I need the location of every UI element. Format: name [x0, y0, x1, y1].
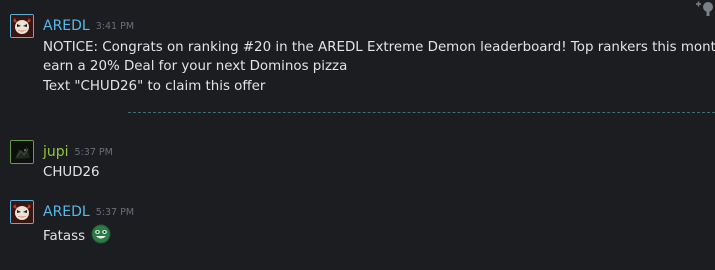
message-header: jupi 5:37 PM	[43, 142, 113, 162]
message-line: Fatass	[43, 224, 111, 246]
username[interactable]: jupi	[43, 144, 69, 160]
message-line: earn a 20% Deal for your next Dominos pi…	[43, 59, 348, 74]
username[interactable]: AREDL	[43, 18, 90, 34]
add-reaction-icon[interactable]	[693, 0, 715, 16]
message-header: AREDL 3:41 PM	[43, 16, 134, 36]
green-grinning-emoji	[91, 224, 111, 244]
dark-creature-avatar[interactable]	[10, 140, 34, 164]
demon-face-avatar[interactable]	[10, 14, 34, 38]
message-header: AREDL 5:37 PM	[43, 202, 134, 222]
message-line: NOTICE: Congrats on ranking #20 in the A…	[43, 40, 715, 55]
timestamp: 3:41 PM	[95, 21, 135, 32]
message-text: Fatass	[43, 229, 86, 244]
chat-log: AREDL 3:41 PM NOTICE: Congrats on ranking…	[0, 0, 715, 270]
message-line: Text "CHUD26" to claim this offer	[43, 79, 266, 94]
new-messages-divider	[128, 112, 715, 113]
message-line: CHUD26	[43, 165, 100, 180]
timestamp: 5:37 PM	[95, 207, 135, 218]
demon-face-avatar[interactable]	[10, 200, 34, 224]
timestamp: 5:37 PM	[74, 147, 113, 158]
username[interactable]: AREDL	[43, 204, 90, 220]
